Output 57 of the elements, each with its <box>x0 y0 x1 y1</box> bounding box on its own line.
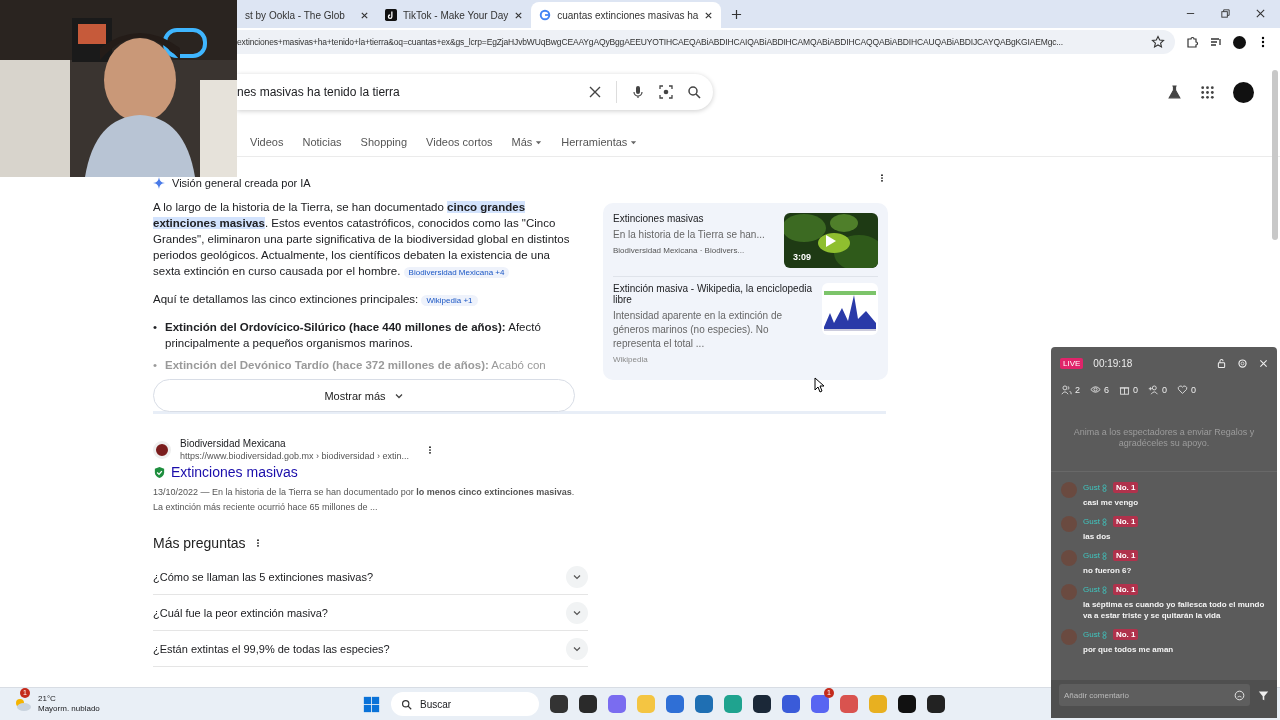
filter-tab[interactable]: Herramientas <box>561 136 638 148</box>
source-title[interactable]: Extinciones masivas <box>613 213 776 224</box>
live-badge: LIVE <box>1060 357 1084 369</box>
site-url[interactable]: https://www.biodiversidad.gob.mx › biodiversidad › extin... <box>180 451 410 461</box>
result-title-link[interactable]: Extinciones masivas <box>171 464 298 480</box>
bullet-marker: • <box>153 320 158 335</box>
source-title[interactable]: Extinción masiva - Wikipedia, la enciclopedia libre <box>613 283 814 305</box>
source-chip[interactable]: Biodiversidad Mexicana +4 <box>403 267 510 278</box>
browser-tab[interactable]: TikTok - Make Your Day <box>377 2 532 28</box>
rank-badge: No. 1 <box>1112 482 1139 493</box>
comment-text: casi me vengo <box>1083 497 1139 508</box>
rank-badge: No. 1 <box>1112 516 1139 527</box>
question-row[interactable]: ¿Están extintas el 99,9% de todas las especies? <box>153 631 588 667</box>
overview-bullet: Extinción del Ordovícico-Silúrico (hace 440 millones de años): Afectó principalmente a pequeños organismos marinos. <box>165 320 542 351</box>
stat-count: 0 <box>1191 384 1197 395</box>
video-duration: 3:09 <box>793 252 811 262</box>
temperature: 21°C <box>38 694 57 704</box>
filter-tab[interactable]: Shopping <box>360 136 408 148</box>
source-site: Biodiversidad Mexicana · Biodivers... <box>613 246 746 255</box>
section-title: Más preguntas <box>153 535 246 551</box>
rank-badge: No. 1 <box>1112 550 1139 561</box>
filter-tab[interactable]: Videos <box>250 136 284 148</box>
comment-text: no fueron 6? <box>1083 565 1133 576</box>
rank-badge: No. 1 <box>1112 629 1139 640</box>
comment-text: la séptima es cuando yo fallesca todo el mundo va a estar triste y se quitarán la vida <box>1083 599 1266 621</box>
browser-tab[interactable]: cuantas extinciones masivas ha <box>531 2 722 28</box>
site-name: Biodiversidad Mexicana <box>180 438 287 449</box>
search-field[interactable]: nes masivas ha tenido la tierra <box>237 74 713 110</box>
comment-field[interactable]: Añadir comentario <box>1059 684 1250 706</box>
comment-text: las dos <box>1083 531 1112 542</box>
live-timer: 00:19:18 <box>1093 357 1133 369</box>
source-snippet: Intensidad aparente en la extinción de géneros marinos (no especies). No representa el total ... <box>613 309 783 351</box>
result-snippet: 13/10/2022 — En la historia de la Tierra se han documentado por lo menos cinco extinciones masivas. La extinción más reciente ocurrió hace 65 millones de ... <box>153 486 576 514</box>
weather-description: Mayorm. nublado <box>38 704 100 714</box>
stat-count: 0 <box>1162 384 1168 395</box>
question-row[interactable]: ¿Cómo se llaman las 5 extinciones masivas? <box>153 559 588 595</box>
address-bar[interactable]: extinciones+masivas+ha+tenido+la+tierra&oq=cuantas+ex&gs_lcrp=EgZjaHJvbWUqBwgCEAAYgAQyBggAEEUYOTIHCAEQABiABDIHCAIQABiABDIHCAMQABiABDIHCAQQABiABDIHCAUQABiABDIJCAYQABgKGIAEMgc... <box>237 30 1175 54</box>
stat-count: 0 <box>1133 384 1139 395</box>
overview-intro: Aquí te detallamos las cinco extinciones principales: Wikipedia +1 <box>153 291 575 309</box>
filter-tab[interactable]: Más <box>511 136 543 148</box>
comment-text: por que todos me aman <box>1083 644 1174 655</box>
overview-paragraph: A lo largo de la historia de la Tierra, se han documentado cinco grandes extinciones masivas. Estos eventos catastróficos, conocidos como las "Cinco Grandes", eliminaron una parte significativa de la biodiversidad global en distintos periodos geológicos. Actualmente, los científicos debaten la existencia de una sexta extinción en curso causada por el hombre. Biodiversidad Mexicana +4 <box>153 200 571 280</box>
filter-tab[interactable]: Noticias <box>302 136 342 148</box>
source-site: Wikipedia <box>613 355 649 364</box>
rank-badge: No. 1 <box>1112 584 1139 595</box>
question-row[interactable]: ¿Cuál fue la peor extinción masiva? <box>153 595 588 631</box>
browser-tab[interactable]: st by Ookla - The Glob <box>237 2 377 28</box>
bullet-marker: • <box>153 358 158 373</box>
show-more-button[interactable]: Mostrar más <box>153 379 575 412</box>
stat-count: 2 <box>1075 384 1080 395</box>
taskbar-search-field[interactable]: Buscar <box>391 692 539 716</box>
stat-count: 6 <box>1104 384 1110 395</box>
overview-title: Visión general creada por IA <box>172 177 311 189</box>
source-snippet: En la historia de la Tierra se han... <box>613 228 766 242</box>
overview-bullet: Extinción del Devónico Tardío (hace 372 millones de años): Acabó con <box>165 358 546 373</box>
filter-tab[interactable]: Videos cortos <box>426 136 493 148</box>
source-chip[interactable]: Wikipedia +1 <box>421 295 478 306</box>
